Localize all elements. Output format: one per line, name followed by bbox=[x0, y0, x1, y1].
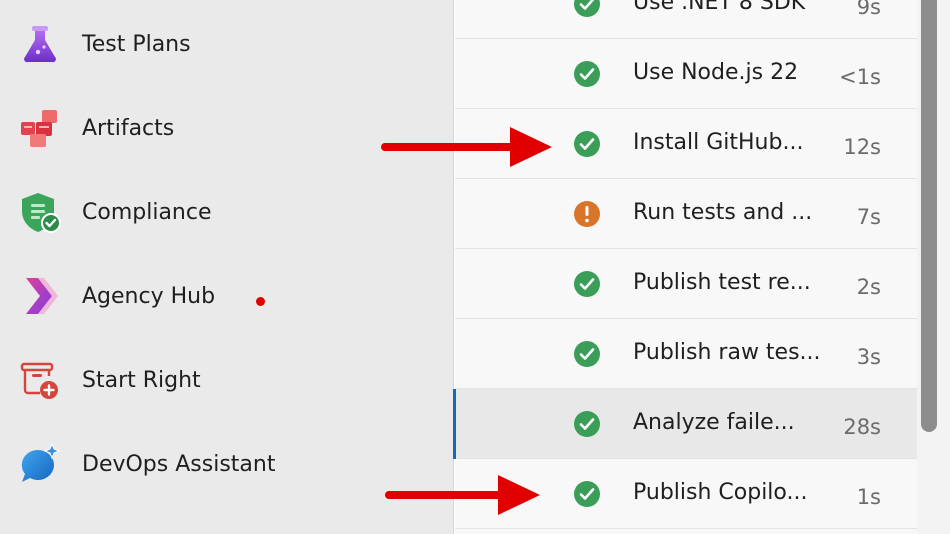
nav-label: Start Right bbox=[82, 367, 201, 393]
task-name: Analyze faile... bbox=[633, 410, 795, 435]
task-duration: 2s bbox=[856, 275, 881, 299]
compliance-shield-icon bbox=[18, 190, 62, 234]
task-duration: 7s bbox=[856, 205, 881, 229]
task-name: Publish Copilo... bbox=[633, 480, 808, 505]
task-row[interactable]: Publish raw tes... 3s bbox=[455, 319, 917, 389]
nav-label: Test Plans bbox=[82, 31, 191, 57]
success-check-icon bbox=[573, 410, 601, 438]
nav-item-start-right[interactable]: Start Right bbox=[0, 338, 454, 422]
task-name: Use Node.js 22 bbox=[633, 60, 799, 85]
task-row[interactable]: Run tests and ... 7s bbox=[455, 179, 917, 249]
nav-label: DevOps Assistant bbox=[82, 451, 276, 477]
agency-hub-icon bbox=[18, 274, 62, 318]
task-duration: 3s bbox=[856, 345, 881, 369]
start-right-icon bbox=[18, 358, 62, 402]
success-check-icon bbox=[573, 270, 601, 298]
nav-item-artifacts[interactable]: Artifacts bbox=[0, 86, 454, 170]
devops-assistant-chat-icon bbox=[18, 442, 62, 486]
artifacts-icon bbox=[18, 106, 62, 150]
task-row[interactable]: Use Node.js 22 <1s bbox=[455, 39, 917, 109]
task-duration: 28s bbox=[843, 415, 881, 439]
nav-item-test-plans[interactable]: Test Plans bbox=[0, 2, 454, 86]
task-row[interactable]: Use .NET 8 SDK 9s bbox=[455, 0, 917, 39]
task-row[interactable]: Publish test re... 2s bbox=[455, 249, 917, 319]
task-name: Publish test re... bbox=[633, 270, 811, 295]
success-check-icon bbox=[573, 130, 601, 158]
task-name: Use .NET 8 SDK bbox=[633, 0, 806, 15]
task-duration: <1s bbox=[839, 65, 881, 89]
annotation-dot bbox=[256, 297, 265, 306]
nav-label: Artifacts bbox=[82, 115, 175, 141]
nav-item-compliance[interactable]: Compliance bbox=[0, 170, 454, 254]
task-duration: 12s bbox=[843, 135, 881, 159]
warning-exclamation-icon bbox=[573, 200, 601, 228]
task-row[interactable]: Install GitHub... 12s bbox=[455, 109, 917, 179]
task-row-selected[interactable]: Analyze faile... 28s bbox=[453, 389, 917, 459]
success-check-icon bbox=[573, 60, 601, 88]
sidebar-nav: Test Plans Artifacts Compliance Agency H… bbox=[0, 0, 454, 534]
task-name: Publish raw tes... bbox=[633, 340, 821, 365]
task-duration: 1s bbox=[856, 485, 881, 509]
scrollbar-thumb[interactable] bbox=[921, 0, 937, 432]
task-name: Run tests and ... bbox=[633, 200, 813, 225]
test-plans-flask-icon bbox=[18, 22, 62, 66]
nav-label: Compliance bbox=[82, 199, 212, 225]
task-row[interactable]: Publish Copilo... 1s bbox=[455, 459, 917, 529]
success-check-icon bbox=[573, 340, 601, 368]
pipeline-task-list: Use .NET 8 SDK 9s Use Node.js 22 <1s Ins… bbox=[453, 0, 917, 534]
nav-item-devops-assistant[interactable]: DevOps Assistant bbox=[0, 422, 454, 506]
success-check-icon bbox=[573, 480, 601, 508]
nav-label: Agency Hub bbox=[82, 283, 216, 309]
task-name: Install GitHub... bbox=[633, 130, 804, 155]
task-duration: 9s bbox=[856, 0, 881, 19]
nav-item-agency-hub[interactable]: Agency Hub bbox=[0, 254, 454, 338]
success-check-icon bbox=[573, 0, 601, 18]
